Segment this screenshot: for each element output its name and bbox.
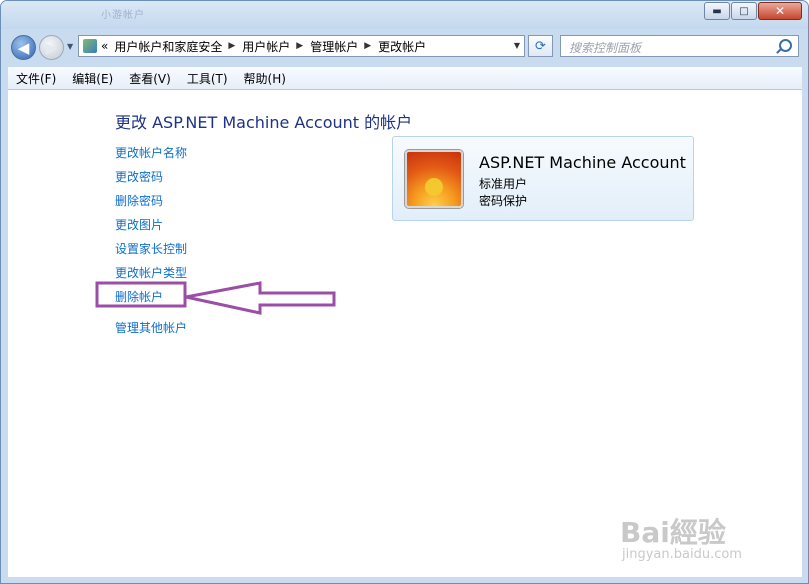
- menu-help[interactable]: 帮助(H): [236, 70, 294, 87]
- back-button[interactable]: ◀: [11, 35, 36, 60]
- close-icon: ✕: [774, 4, 786, 18]
- forward-button[interactable]: ▶: [39, 35, 64, 60]
- highlight-box: [95, 281, 187, 308]
- minimize-icon: ▬: [712, 5, 722, 17]
- navigation-bar: ◀ ▶ ▼ « 用户帐户和家庭安全 ▶ 用户帐户 ▶ 管理帐户 ▶ 更改帐户 ▼…: [1, 31, 808, 65]
- refresh-icon: ⟳: [535, 38, 546, 54]
- breadcrumb-change-account[interactable]: 更改帐户: [378, 38, 426, 55]
- menu-view[interactable]: 查看(V): [121, 70, 179, 87]
- title-bar: 小游帐户 ▬ □ ✕: [1, 1, 808, 29]
- search-icon[interactable]: [779, 39, 792, 52]
- menu-file[interactable]: 文件(F): [8, 70, 64, 87]
- search-input[interactable]: 搜索控制面板: [560, 35, 799, 57]
- back-arrow-icon: ◀: [17, 38, 30, 57]
- window-title: 小游帐户: [101, 10, 145, 21]
- chevron-right-icon[interactable]: ▶: [364, 41, 371, 51]
- breadcrumb-user-accounts-family[interactable]: 用户帐户和家庭安全: [114, 38, 222, 55]
- menu-bar: 文件(F) 编辑(E) 查看(V) 工具(T) 帮助(H): [8, 67, 802, 90]
- address-bar[interactable]: « 用户帐户和家庭安全 ▶ 用户帐户 ▶ 管理帐户 ▶ 更改帐户 ▼: [78, 35, 525, 57]
- chevron-right-icon[interactable]: ▶: [296, 41, 303, 51]
- minimize-button[interactable]: ▬: [704, 2, 730, 20]
- forward-arrow-icon: ▶: [45, 38, 58, 57]
- refresh-button[interactable]: ⟳: [528, 35, 553, 57]
- close-button[interactable]: ✕: [758, 2, 802, 20]
- breadcrumb-manage-accounts[interactable]: 管理帐户: [310, 38, 358, 55]
- address-dropdown-icon[interactable]: ▼: [514, 41, 520, 50]
- maximize-icon: □: [739, 5, 749, 17]
- maximize-button[interactable]: □: [731, 2, 757, 20]
- watermark-url: jingyan.baidu.com: [622, 547, 742, 562]
- window-controls: ▬ □ ✕: [703, 2, 802, 20]
- search-placeholder: 搜索控制面板: [569, 41, 642, 55]
- breadcrumb-overflow[interactable]: «: [101, 39, 108, 53]
- recent-pages-dropdown[interactable]: ▼: [67, 42, 73, 51]
- annotation-overlay: [95, 281, 336, 315]
- breadcrumb-user-accounts[interactable]: 用户帐户: [242, 38, 290, 55]
- control-panel-users-icon: [83, 39, 97, 53]
- content-pane: 更改 ASP.NET Machine Account 的帐户 更改帐户名称 更改…: [8, 90, 802, 577]
- control-panel-window: 小游帐户 ▬ □ ✕ ◀ ▶ ▼ « 用户帐户和家庭安全 ▶ 用户帐户 ▶ 管理…: [0, 0, 809, 584]
- menu-edit[interactable]: 编辑(E): [64, 70, 121, 87]
- chevron-right-icon[interactable]: ▶: [228, 41, 235, 51]
- watermark-brand: Bai經验: [620, 516, 726, 549]
- baidu-watermark: Bai經验 jingyan.baidu.com: [620, 511, 742, 562]
- annotation-arrow-icon: [185, 281, 336, 315]
- menu-tools[interactable]: 工具(T): [179, 70, 236, 87]
